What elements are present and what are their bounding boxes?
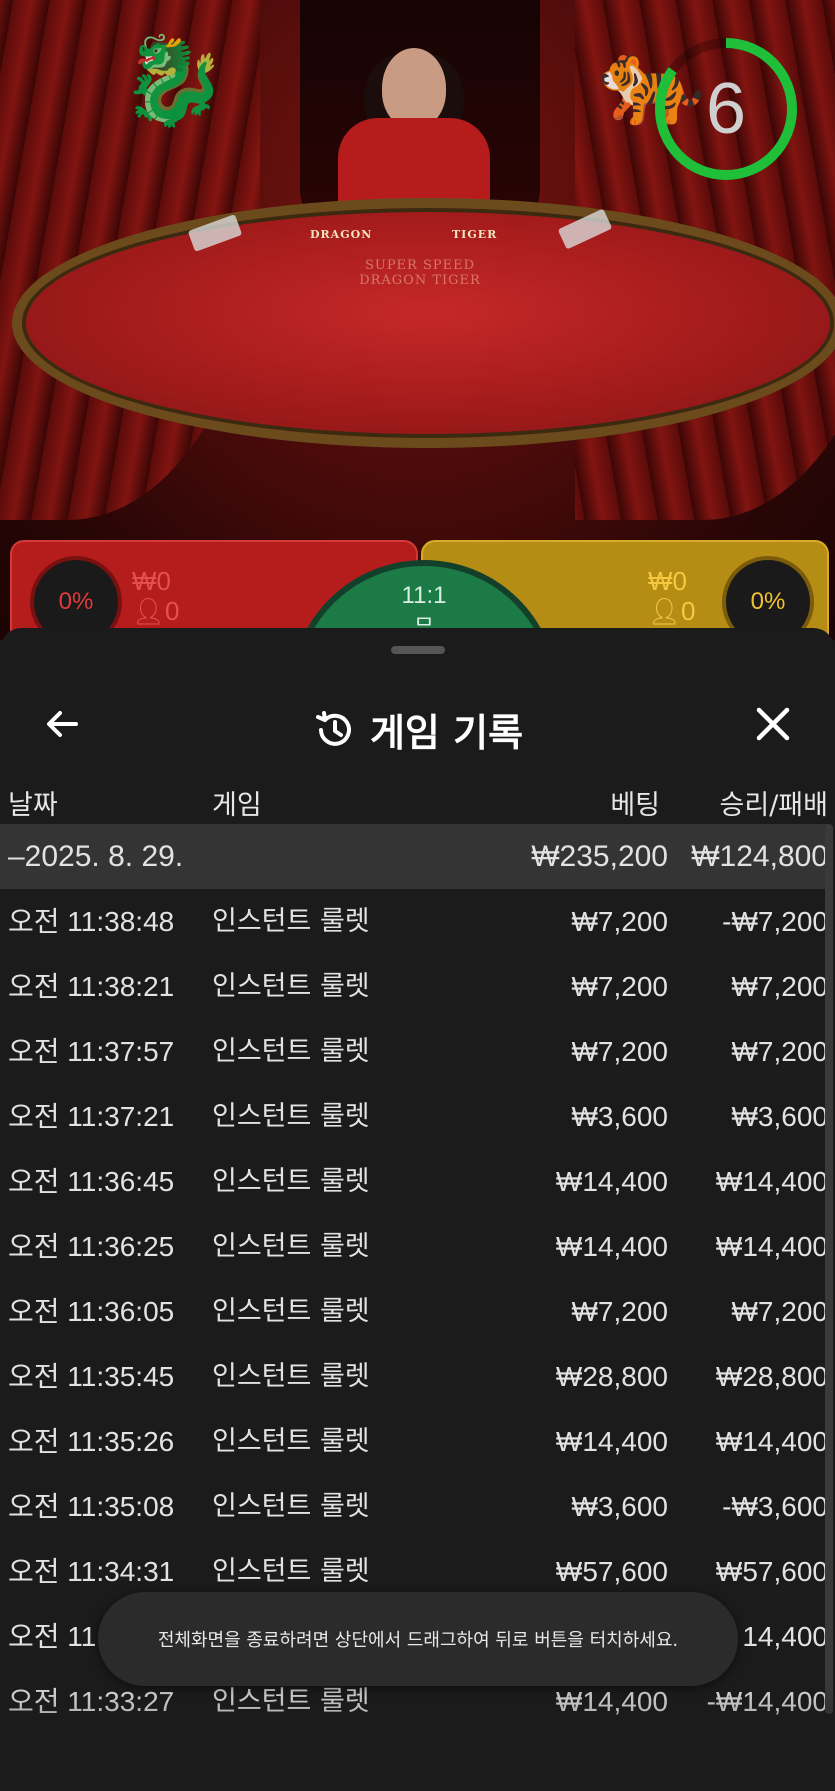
- table-label-dragon: DRAGON: [310, 228, 373, 241]
- row-game: 인스턴트 룰렛: [212, 1101, 370, 1132]
- row-time: 오전 11: [8, 1621, 97, 1652]
- history-row[interactable]: 오전 11:36:25 인스턴트 룰렛 ₩14,400 ₩14,400: [0, 1214, 828, 1279]
- date-group-date: –2025. 8. 29.: [8, 840, 184, 873]
- row-time: 오전 11:38:48: [8, 906, 175, 937]
- history-row[interactable]: 오전 11:38:21 인스턴트 룰렛 ₩7,200 ₩7,200: [0, 954, 828, 1019]
- row-time: 오전 11:36:45: [8, 1166, 175, 1197]
- tiger-player-count: 0: [681, 596, 696, 626]
- dragon-stats: ₩0 👤︎0: [132, 566, 179, 626]
- sheet-title: 게임 기록: [369, 711, 524, 755]
- countdown-value: 6: [705, 69, 747, 149]
- history-row[interactable]: 오전 11:35:08 인스턴트 룰렛 ₩3,600 -₩3,600: [0, 1474, 828, 1539]
- row-time: 오전 11:35:26: [8, 1426, 175, 1457]
- history-row[interactable]: 오전 11:36:45 인스턴트 룰렛 ₩14,400 ₩14,400: [0, 1149, 828, 1214]
- row-result: ₩7,200: [731, 1036, 829, 1067]
- row-result: ₩14,400: [715, 1231, 828, 1262]
- row-bet: ₩3,600: [571, 1101, 669, 1132]
- row-bet: ₩7,200: [571, 971, 669, 1002]
- row-result: -₩7,200: [722, 906, 828, 937]
- history-row[interactable]: 오전 11:36:05 인스턴트 룰렛 ₩7,200 ₩7,200: [0, 1279, 828, 1344]
- row-result: ₩14,400: [715, 1426, 828, 1457]
- row-bet: ₩7,200: [571, 1036, 669, 1067]
- history-row[interactable]: 오전 11:35:45 인스턴트 룰렛 ₩28,800 ₩28,800: [0, 1344, 828, 1409]
- row-game: 인스턴트 룰렛: [212, 1296, 370, 1327]
- close-icon: [756, 707, 790, 741]
- row-result: -₩14,400: [706, 1686, 828, 1717]
- person-icon: 👤︎: [132, 596, 166, 626]
- column-header-bet[interactable]: 베팅: [610, 772, 660, 832]
- row-time: 오전 11:36:05: [8, 1296, 175, 1327]
- table-logo: SUPER SPEED DRAGON TIGER: [359, 258, 481, 288]
- tiger-players: 👤︎0: [648, 596, 695, 626]
- row-game: 인스턴트 룰렛: [212, 1361, 370, 1392]
- column-header-result[interactable]: 승리/패배: [720, 772, 828, 832]
- history-icon: [315, 710, 351, 746]
- row-bet: ₩7,200: [571, 906, 669, 937]
- row-time: 오전 11:35:45: [8, 1361, 175, 1392]
- game-table: [12, 198, 835, 448]
- row-result: ₩57,600: [715, 1556, 828, 1587]
- row-bet: ₩14,400: [555, 1426, 668, 1457]
- row-result: -₩3,600: [722, 1491, 828, 1522]
- scrollbar[interactable]: [825, 824, 833, 1714]
- table-label-tiger: TIGER: [452, 228, 498, 241]
- row-game: 인스턴트 룰렛: [212, 1036, 370, 1067]
- history-row[interactable]: 오전 11:38:48 인스턴트 룰렛 ₩7,200 -₩7,200: [0, 889, 828, 954]
- tie-payout-ratio: 11:1: [401, 582, 447, 609]
- history-row[interactable]: 오전 11:37:57 인스턴트 룰렛 ₩7,200 ₩7,200: [0, 1019, 828, 1084]
- date-group-row[interactable]: –2025. 8. 29. ₩235,200 ₩124,800: [0, 824, 828, 889]
- history-row[interactable]: 오전 11:35:26 인스턴트 룰렛 ₩14,400 ₩14,400: [0, 1409, 828, 1474]
- dragon-emblem-icon: 🐉: [120, 31, 228, 131]
- row-bet: ₩14,400: [555, 1231, 668, 1262]
- dragon-player-count: 0: [165, 596, 180, 626]
- sheet-drag-handle[interactable]: [391, 646, 445, 654]
- sheet-title-group: 게임 기록: [0, 702, 835, 757]
- dragon-players: 👤︎0: [132, 596, 179, 626]
- row-result: ₩14,400: [715, 1166, 828, 1197]
- row-bet: ₩3,600: [571, 1491, 669, 1522]
- fullscreen-exit-toast: 전체화면을 종료하려면 상단에서 드래그하여 뒤로 버튼을 터치하세요.: [98, 1592, 738, 1686]
- row-game: 인스턴트 룰렛: [212, 971, 370, 1002]
- row-bet: ₩28,800: [555, 1361, 668, 1392]
- tiger-stats: ₩0 👤︎0: [648, 566, 695, 626]
- column-header-date[interactable]: 날짜: [8, 772, 58, 832]
- close-button[interactable]: [745, 696, 801, 752]
- row-game: 인스턴트 룰렛: [212, 1491, 370, 1522]
- row-game: 인스턴트 룰렛: [212, 906, 370, 937]
- row-result: ₩7,200: [731, 1296, 829, 1327]
- row-time: 오전 11:37:57: [8, 1036, 175, 1067]
- row-time: 오전 11:38:21: [8, 971, 175, 1002]
- tiger-amount: ₩0: [648, 566, 687, 596]
- row-bet: ₩14,400: [555, 1166, 668, 1197]
- row-game: 인스턴트 룰렛: [212, 1166, 370, 1197]
- date-group-total-bet: ₩235,200: [531, 840, 668, 873]
- row-bet: ₩7,200: [571, 1296, 669, 1327]
- row-game: 인스턴트 룰렛: [212, 1231, 370, 1262]
- row-time: 오전 11:35:08: [8, 1491, 175, 1522]
- row-time: 오전 11:37:21: [8, 1101, 175, 1132]
- date-group-total-result: ₩124,800: [691, 840, 828, 873]
- row-result: ₩3,600: [731, 1101, 829, 1132]
- row-result: ₩28,800: [715, 1361, 828, 1392]
- dealer: [382, 48, 446, 128]
- row-time: 오전 11:36:25: [8, 1231, 175, 1262]
- row-game: 인스턴트 룰렛: [212, 1426, 370, 1457]
- history-row[interactable]: 오전 11:37:21 인스턴트 룰렛 ₩3,600 ₩3,600: [0, 1084, 828, 1149]
- dragon-amount: ₩0: [132, 566, 171, 596]
- sheet-header: 게임 기록: [0, 676, 835, 776]
- row-result: 14,400: [742, 1621, 828, 1652]
- column-header-game[interactable]: 게임: [212, 772, 262, 832]
- row-result: ₩7,200: [731, 971, 829, 1002]
- person-icon: 👤︎: [648, 596, 682, 626]
